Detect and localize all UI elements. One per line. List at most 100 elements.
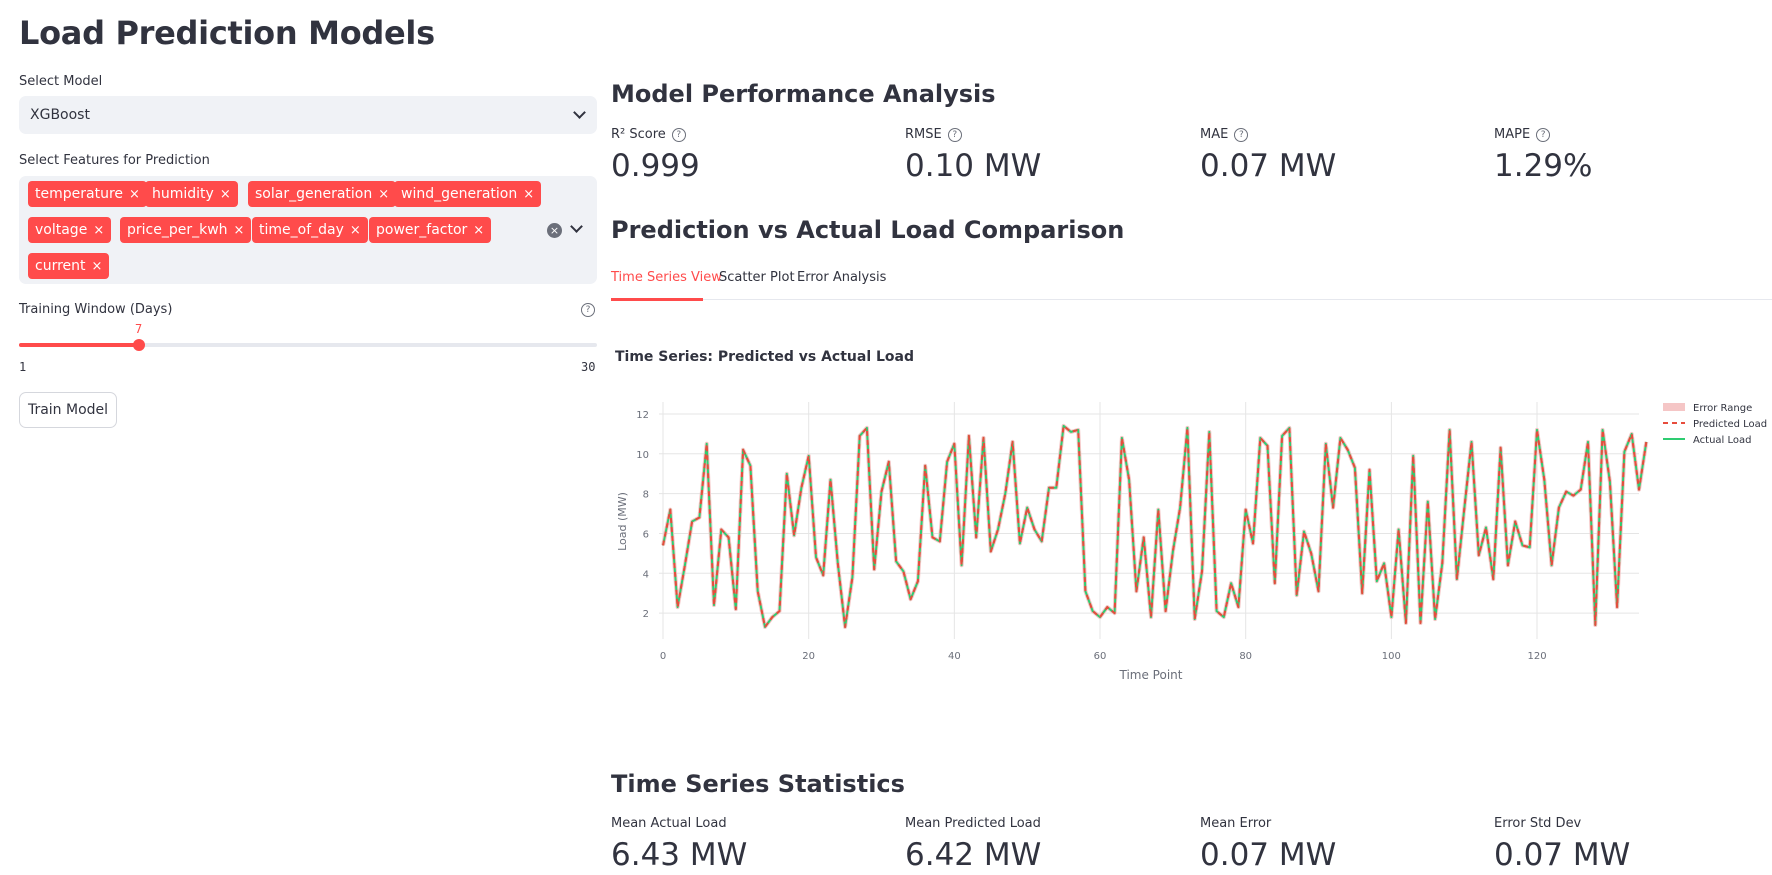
slider-fill: [19, 343, 139, 347]
y-tick-label: 12: [636, 410, 649, 421]
feature-tag-label: solar_generation: [255, 186, 373, 202]
metric-r2: R² Score? 0.999: [611, 127, 700, 184]
x-tick-label: 0: [660, 651, 666, 662]
series-error-range: [661, 423, 1649, 629]
features-select-label: Select Features for Prediction: [19, 153, 210, 168]
chevron-down-icon[interactable]: [573, 106, 586, 119]
legend-error-range: Error Range: [1693, 403, 1752, 414]
metric-rmse: RMSE? 0.10 MW: [905, 127, 1041, 184]
feature-tag[interactable]: current ×: [28, 253, 110, 280]
remove-tag-icon[interactable]: ×: [378, 182, 389, 208]
feature-tag-label: current: [35, 258, 86, 274]
metric-value: 6.42 MW: [905, 837, 1042, 873]
tab-bar: Time Series View Scatter Plot Error Anal…: [611, 270, 1772, 301]
tab-time-series[interactable]: Time Series View: [611, 270, 722, 285]
slider-thumb[interactable]: [133, 339, 145, 351]
help-icon[interactable]: ?: [671, 127, 686, 142]
legend-actual-load: Actual Load: [1693, 435, 1752, 446]
metric-value: 0.07 MW: [1494, 837, 1631, 873]
x-tick-label: 100: [1382, 651, 1401, 662]
stat-mean-predicted: Mean Predicted Load 6.42 MW: [905, 816, 1041, 873]
feature-tag-label: humidity: [152, 186, 214, 202]
feature-tag[interactable]: wind_generation ×: [394, 181, 542, 208]
comparison-heading: Prediction vs Actual Load Comparison: [611, 216, 1125, 244]
feature-tag-label: power_factor: [376, 222, 468, 238]
metric-label: Mean Error: [1200, 816, 1272, 831]
y-tick-label: 2: [643, 609, 649, 620]
feature-tag[interactable]: power_factor ×: [369, 217, 492, 244]
x-tick-label: 20: [802, 651, 815, 662]
y-tick-label: 8: [643, 490, 649, 501]
feature-tag-label: time_of_day: [259, 222, 344, 238]
feature-tag[interactable]: temperature ×: [28, 181, 147, 207]
training-window-slider[interactable]: [19, 339, 597, 351]
stat-mean-actual: Mean Actual Load 6.43 MW: [611, 816, 747, 873]
help-icon[interactable]: ?: [581, 303, 595, 317]
tab-error-analysis[interactable]: Error Analysis: [797, 270, 886, 285]
statistics-heading: Time Series Statistics: [611, 770, 905, 798]
remove-tag-icon[interactable]: ×: [93, 218, 104, 244]
feature-tag[interactable]: humidity ×: [145, 181, 238, 207]
remove-tag-icon[interactable]: ×: [350, 218, 361, 244]
feature-tag-label: voltage: [35, 222, 88, 238]
remove-tag-icon[interactable]: ×: [523, 182, 534, 208]
x-axis-label: Time Point: [1119, 668, 1183, 682]
feature-tag-label: wind_generation: [401, 186, 518, 202]
slider-min-label: 1: [19, 360, 27, 374]
active-tab-indicator: [611, 298, 703, 301]
remove-tag-icon[interactable]: ×: [220, 182, 231, 208]
main-panel: Model Performance Analysis R² Score? 0.9…: [611, 0, 1772, 875]
slider-max-label: 30: [581, 360, 596, 374]
metric-label: MAE: [1200, 127, 1229, 142]
feature-tag-label: price_per_kwh: [127, 222, 228, 238]
metric-value: 0.07 MW: [1200, 837, 1337, 873]
remove-tag-icon[interactable]: ×: [129, 182, 140, 208]
feature-tag[interactable]: price_per_kwh ×: [120, 217, 252, 244]
metric-label: MAPE: [1494, 127, 1531, 142]
chart-title: Time Series: Predicted vs Actual Load: [615, 349, 915, 365]
x-tick-label: 120: [1527, 651, 1546, 662]
metric-value: 0.10 MW: [905, 148, 1042, 184]
clear-all-icon[interactable]: ×: [547, 223, 562, 238]
model-select-label: Select Model: [19, 74, 103, 89]
remove-tag-icon[interactable]: ×: [473, 218, 484, 244]
y-tick-label: 4: [643, 569, 649, 580]
slider-value: 7: [135, 322, 143, 336]
metric-value: 1.29%: [1494, 148, 1593, 184]
metric-value: 6.43 MW: [611, 837, 748, 873]
help-icon[interactable]: ?: [1234, 127, 1249, 142]
metric-mae: MAE? 0.07 MW: [1200, 127, 1336, 184]
help-icon[interactable]: ?: [1536, 127, 1551, 142]
help-icon[interactable]: ?: [947, 127, 962, 142]
feature-tag[interactable]: solar_generation ×: [248, 181, 397, 208]
feature-tag-label: temperature: [35, 186, 123, 202]
x-tick-label: 80: [1239, 651, 1252, 662]
feature-tag[interactable]: time_of_day ×: [252, 217, 368, 243]
train-model-button[interactable]: Train Model: [19, 392, 117, 428]
metric-value: 0.999: [611, 148, 700, 184]
metric-mape: MAPE? 1.29%: [1494, 127, 1592, 184]
model-select[interactable]: XGBoost: [19, 96, 597, 134]
remove-tag-icon[interactable]: ×: [92, 254, 103, 280]
metric-label: Mean Actual Load: [611, 816, 727, 831]
legend-predicted-load: Predicted Load: [1693, 419, 1767, 430]
page-title: Load Prediction Models: [19, 14, 435, 52]
metric-label: Error Std Dev: [1494, 816, 1582, 831]
metric-label: Mean Predicted Load: [905, 816, 1041, 831]
y-tick-label: 10: [636, 450, 649, 461]
time-series-chart[interactable]: 0 20 40 60 80 100 120 2 4 6 8 10 12 Time Point Load (M…: [611, 380, 1772, 760]
metric-label: R² Score: [611, 127, 666, 142]
feature-tag[interactable]: voltage ×: [28, 217, 112, 244]
remove-tag-icon[interactable]: ×: [234, 218, 245, 244]
stat-mean-error: Mean Error 0.07 MW: [1200, 816, 1336, 873]
y-axis-label: Load (MW): [616, 492, 629, 551]
y-tick-label: 6: [643, 529, 649, 540]
x-tick-label: 40: [948, 651, 961, 662]
tab-scatter-plot[interactable]: Scatter Plot: [719, 270, 795, 285]
metric-value: 0.07 MW: [1200, 148, 1337, 184]
legend-error-range-swatch: [1663, 403, 1685, 411]
training-window-label: Training Window (Days): [19, 302, 173, 317]
stat-error-std: Error Std Dev 0.07 MW: [1494, 816, 1630, 873]
metric-label: RMSE: [905, 127, 942, 142]
model-select-value: XGBoost: [30, 107, 90, 123]
